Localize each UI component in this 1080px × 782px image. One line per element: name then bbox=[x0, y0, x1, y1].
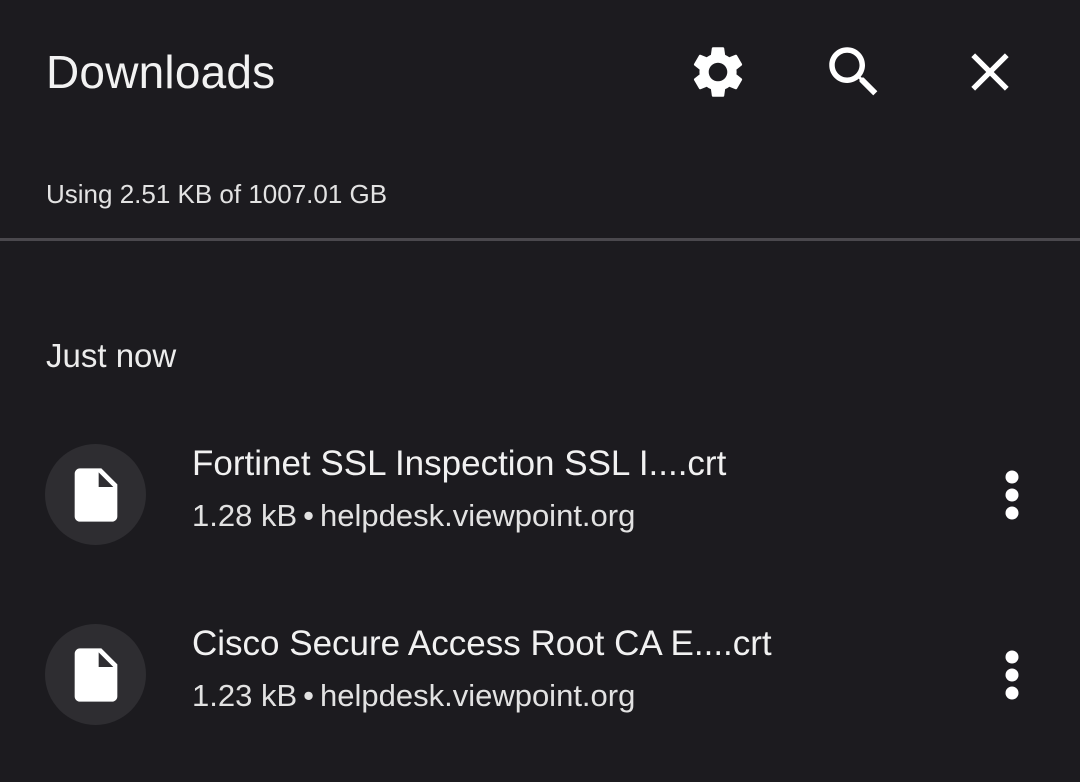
download-item-source: helpdesk.viewpoint.org bbox=[319, 678, 636, 713]
meta-separator: • bbox=[303, 498, 314, 533]
download-item-source: helpdesk.viewpoint.org bbox=[319, 498, 636, 533]
file-icon bbox=[74, 467, 117, 522]
divider bbox=[0, 238, 1080, 241]
download-item-size: 1.28 kB bbox=[192, 498, 298, 533]
meta-separator: • bbox=[303, 678, 314, 713]
more-options-button[interactable] bbox=[982, 455, 1042, 535]
storage-summary: Using 2.51 KB of 1007.01 GB bbox=[46, 179, 388, 209]
search-button[interactable] bbox=[814, 32, 894, 112]
download-item-meta: 1.28 kB • helpdesk.viewpoint.org bbox=[192, 496, 635, 536]
download-item[interactable]: Cisco Secure Access Root CA E....crt 1.2… bbox=[0, 600, 1080, 750]
page-title: Downloads bbox=[46, 46, 276, 98]
more-options-button[interactable] bbox=[982, 635, 1042, 715]
section-header: Just now bbox=[46, 337, 177, 374]
download-item[interactable]: Fortinet SSL Inspection SSL I....crt 1.2… bbox=[0, 420, 1080, 570]
download-item-meta: 1.23 kB • helpdesk.viewpoint.org bbox=[192, 676, 635, 716]
file-avatar bbox=[45, 624, 146, 725]
search-icon bbox=[829, 47, 878, 96]
download-item-name: Cisco Secure Access Root CA E....crt bbox=[192, 624, 772, 663]
more-vert-icon bbox=[1005, 470, 1019, 520]
settings-button[interactable] bbox=[678, 32, 758, 112]
file-icon bbox=[74, 647, 117, 702]
file-avatar bbox=[45, 444, 146, 545]
more-vert-icon bbox=[1005, 650, 1019, 700]
download-item-name: Fortinet SSL Inspection SSL I....crt bbox=[192, 444, 727, 483]
close-icon bbox=[971, 53, 1009, 91]
close-button[interactable] bbox=[950, 32, 1030, 112]
app-bar: Downloads bbox=[0, 0, 1080, 145]
download-item-size: 1.23 kB bbox=[192, 678, 298, 713]
gear-icon bbox=[693, 47, 743, 97]
